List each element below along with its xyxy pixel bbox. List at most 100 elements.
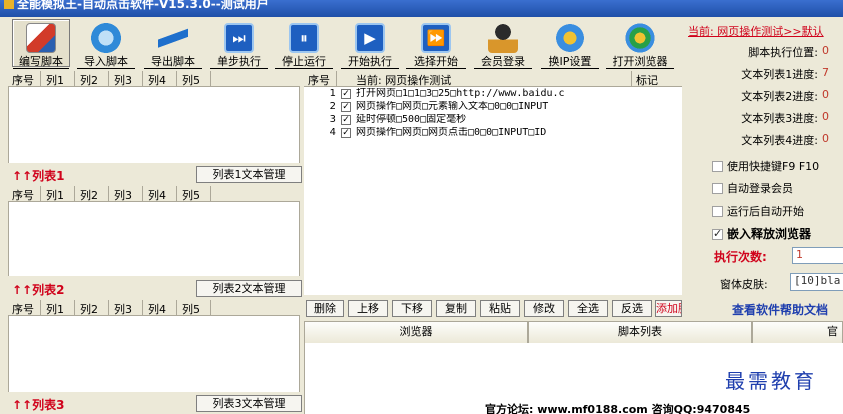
import-script-button[interactable]: 导入脚本 [76, 19, 136, 69]
fast-forward-icon: ⏩ [421, 23, 451, 53]
current-script-link[interactable]: 当前: 网页操作测试>>默认 [688, 23, 824, 39]
select-all-button[interactable]: 全选 [568, 300, 608, 317]
invert-select-button[interactable]: 反选 [612, 300, 652, 317]
start-execute-button[interactable]: ▶ 开始执行 [340, 19, 400, 69]
write-script-button[interactable]: 编写脚本 [12, 19, 70, 69]
play-glyph: ▶ [364, 29, 376, 47]
option-auto-start[interactable]: 运行后自动开始 [712, 203, 804, 219]
stop-run-button[interactable]: ⏸ 停止运行 [274, 19, 334, 69]
script-row-index: 3 [329, 114, 336, 125]
move-up-button[interactable]: 上移 [348, 300, 388, 317]
option-embed-browser[interactable]: 嵌入释放浏览器 [712, 225, 811, 242]
import-script-label: 导入脚本 [77, 55, 135, 69]
script-col-current: 当前: 网页操作测试 [356, 74, 452, 87]
script-table[interactable]: 序号 当前: 网页操作测试 标记 1 ✓ 打开网页□1□1□3□25□http:… [304, 70, 683, 295]
copy-button[interactable]: 复制 [436, 300, 476, 317]
paste-button[interactable]: 粘贴 [480, 300, 520, 317]
stat-value: 0 [822, 88, 829, 101]
list3-body[interactable] [8, 316, 300, 392]
step-glyph: ⏭ [232, 29, 246, 47]
stop-run-label: 停止运行 [275, 55, 333, 69]
auto-start-checkbox[interactable] [712, 206, 723, 217]
col-1: 列1 [46, 189, 64, 202]
row-checkbox[interactable]: ✓ [341, 115, 351, 125]
exec-count-input[interactable]: 1 [792, 247, 843, 264]
stat-value: 7 [822, 66, 829, 79]
window-title: 全能模拟王-自动点击软件-V15.3.0--测试用户 [17, 0, 269, 11]
skin-select[interactable]: [10]bla [790, 273, 843, 291]
hotkey-checkbox[interactable] [712, 161, 723, 172]
open-browser-button[interactable]: 打开浏览器 [605, 19, 675, 69]
stat-label: 文本列表2进度: [741, 90, 818, 103]
col-5: 列5 [182, 74, 200, 87]
script-row[interactable]: 1 ✓ 打开网页□1□1□3□25□http://www.baidu.c [304, 88, 682, 101]
script-col-mark: 标记 [636, 74, 658, 87]
script-row-command: 打开网页□1□1□3□25□http://www.baidu.c [356, 88, 565, 99]
export-script-button[interactable]: 导出脚本 [143, 19, 203, 69]
list3-title: ↑↑列表3 [12, 398, 65, 412]
list1-header: 序号 列1 列2 列3 列4 列5 [8, 70, 300, 87]
move-down-button[interactable]: 下移 [392, 300, 432, 317]
list2-body[interactable] [8, 202, 300, 276]
list2-manage-button[interactable]: 列表2文本管理 [196, 280, 302, 297]
option-auto-login[interactable]: 自动登录会员 [712, 180, 793, 196]
list1-manage-button[interactable]: 列表1文本管理 [196, 166, 302, 183]
col-index: 序号 [12, 189, 34, 202]
col-4: 列4 [148, 303, 166, 316]
action-bar: 删除 上移 下移 复制 粘贴 修改 全选 反选 添加脚本 [304, 298, 682, 319]
modify-button[interactable]: 修改 [524, 300, 564, 317]
step-execute-button[interactable]: ⏭ 单步执行 [209, 19, 269, 69]
app-icon [4, 0, 14, 9]
open-browser-label: 打开浏览器 [606, 55, 674, 69]
help-doc-link[interactable]: 查看软件帮助文档 [732, 301, 828, 318]
gear-globe-icon [555, 23, 585, 53]
col-5: 列5 [182, 303, 200, 316]
col-3: 列3 [114, 74, 132, 87]
list3-manage-button[interactable]: 列表3文本管理 [196, 395, 302, 412]
col-3: 列3 [114, 303, 132, 316]
browser-pane[interactable]: 最需教育 官方论坛: www.mf0188.com 咨询QQ:9470845 [304, 343, 843, 414]
option-label: 使用快捷键F9 F10 [727, 160, 820, 173]
row-checkbox[interactable]: ✓ [341, 102, 351, 112]
stat-value: 0 [822, 110, 829, 123]
col-1: 列1 [46, 303, 64, 316]
skin-label: 窗体皮肤: [720, 278, 768, 291]
col-3: 列3 [114, 189, 132, 202]
script-row-index: 4 [329, 127, 336, 138]
write-script-label: 编写脚本 [13, 55, 69, 69]
script-row-index: 2 [329, 101, 336, 112]
tab-script-list[interactable]: 脚本列表 [528, 321, 752, 343]
script-row-index: 1 [329, 88, 336, 99]
embed-browser-checkbox[interactable] [712, 227, 723, 240]
option-label: 运行后自动开始 [727, 205, 804, 218]
window-titlebar: 全能模拟王-自动点击软件-V15.3.0--测试用户 [0, 0, 843, 17]
script-row[interactable]: 4 ✓ 网页操作□网页□网页点击□0□0□INPUT□ID [304, 127, 682, 140]
col-5: 列5 [182, 189, 200, 202]
option-hotkey[interactable]: 使用快捷键F9 F10 [712, 158, 819, 174]
tab-browser[interactable]: 浏览器 [304, 321, 528, 343]
step-execute-label: 单步执行 [210, 55, 268, 69]
browser-icon [625, 23, 655, 53]
main-toolbar: 编写脚本 导入脚本 导出脚本 ⏭ 单步执行 ⏸ 停止运行 ▶ 开始执行 ⏩ 选择… [0, 17, 682, 69]
row-checkbox[interactable]: ✓ [341, 128, 351, 138]
pencil-icon [26, 23, 56, 53]
script-row[interactable]: 2 ✓ 网页操作□网页□元素输入文本□0□0□INPUT [304, 101, 682, 114]
row-checkbox[interactable]: ✓ [341, 89, 351, 99]
step-icon: ⏭ [224, 23, 254, 53]
select-start-button[interactable]: ⏩ 选择开始 [405, 19, 467, 69]
add-script-button[interactable]: 添加脚本 [655, 300, 682, 317]
auto-login-checkbox[interactable] [712, 183, 723, 194]
script-row-command: 网页操作□网页□元素输入文本□0□0□INPUT [356, 101, 549, 112]
stat-label: 脚本执行位置: [748, 46, 818, 59]
ip-settings-button[interactable]: 换IP设置 [540, 19, 600, 69]
script-row-command: 延时停顿□500□固定毫秒 [356, 114, 467, 125]
col-index: 序号 [12, 303, 34, 316]
list1-body[interactable] [8, 87, 300, 163]
tab-official[interactable]: 官 [752, 321, 843, 343]
start-execute-label: 开始执行 [341, 55, 399, 69]
delete-button[interactable]: 删除 [306, 300, 344, 317]
col-2: 列2 [80, 303, 98, 316]
member-login-button[interactable]: 会员登录 [473, 19, 533, 69]
script-row[interactable]: 3 ✓ 延时停顿□500□固定毫秒 [304, 114, 682, 127]
option-label: 嵌入释放浏览器 [727, 227, 812, 241]
